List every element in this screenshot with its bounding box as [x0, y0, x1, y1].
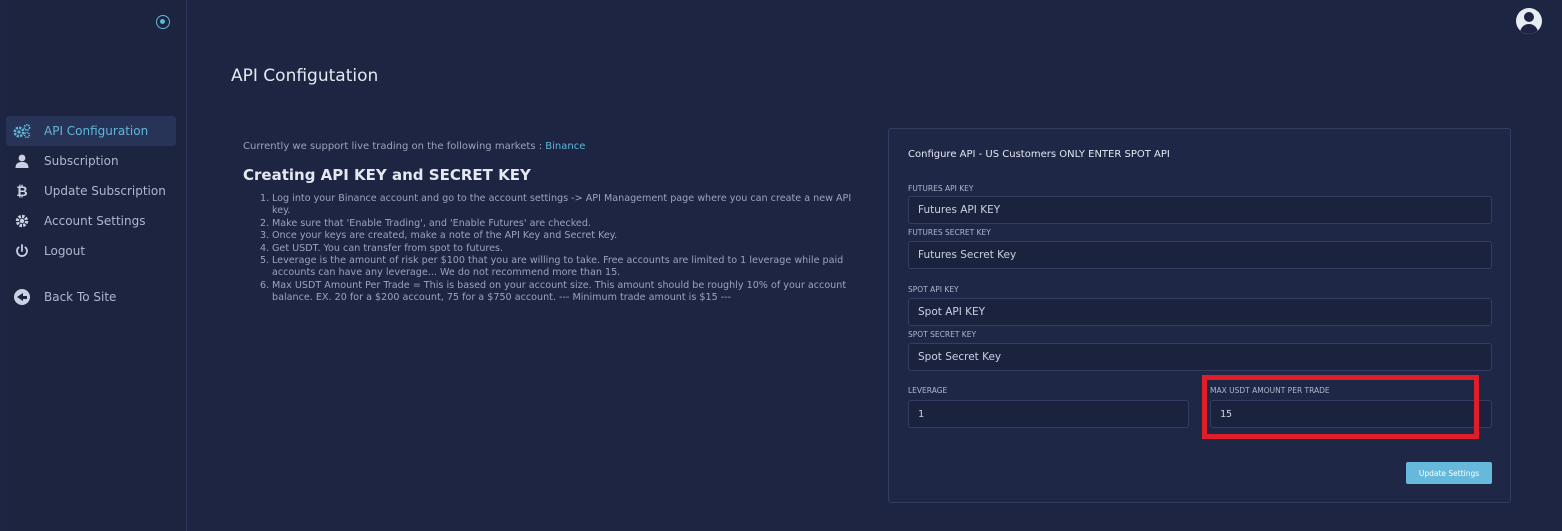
futures-secret-key-label: FUTURES SECRET KEY: [908, 228, 991, 237]
instruction-step: 1. Log into your Binance account and go t…: [260, 193, 852, 217]
futures-api-key-input[interactable]: Futures API KEY: [908, 196, 1492, 224]
supported-markets-text: Currently we support live trading on the…: [243, 141, 585, 152]
sidebar-item-update-subscription[interactable]: ₿ Update Subscription: [6, 176, 176, 206]
sidebar-item-logout[interactable]: Logout: [6, 236, 176, 266]
sidebar-item-account-settings[interactable]: Account Settings: [6, 206, 176, 236]
back-to-site-link[interactable]: Back To Site: [6, 282, 176, 312]
instructions-title: Creating API KEY and SECRET KEY: [243, 166, 531, 184]
spot-secret-key-placeholder: Spot Secret Key: [918, 351, 1002, 363]
instruction-step: 4. Get USDT. You can transfer from spot t…: [260, 242, 504, 254]
futures-secret-key-placeholder: Futures Secret Key: [918, 249, 1017, 261]
spot-api-key-label: SPOT API KEY: [908, 285, 959, 294]
sidebar-nav: API Configuration Subscription ₿ Update …: [6, 116, 176, 312]
page-title: API Configutation: [231, 66, 379, 86]
gears-icon: [12, 123, 32, 139]
futures-api-key-label: FUTURES API KEY: [908, 184, 974, 193]
configure-api-panel: Configure API - US Customers ONLY ENTER …: [888, 128, 1511, 503]
back-arrow-icon: [12, 289, 32, 305]
futures-api-key-placeholder: Futures API KEY: [918, 204, 1001, 216]
spot-api-key-input[interactable]: Spot API KEY: [908, 298, 1492, 326]
leverage-label: LEVERAGE: [908, 386, 948, 395]
user-avatar[interactable]: [1516, 8, 1542, 34]
instructions-list: 1. Log into your Binance account and go t…: [260, 193, 870, 305]
sidebar-toggle-icon[interactable]: [156, 15, 170, 29]
market-link[interactable]: Binance: [545, 141, 585, 152]
sidebar-item-label: API Configuration: [44, 124, 149, 138]
spot-secret-key-label: SPOT SECRET KEY: [908, 330, 977, 339]
leverage-input[interactable]: 1: [908, 400, 1189, 428]
bitcoin-icon: ₿: [16, 183, 28, 200]
power-icon: [12, 243, 32, 259]
sidebar-item-label: Update Subscription: [44, 184, 166, 198]
instruction-step: 3. Once your keys are created, make a not…: [260, 230, 618, 242]
futures-secret-key-input[interactable]: Futures Secret Key: [908, 241, 1492, 269]
sidebar-item-api-configuration[interactable]: API Configuration: [6, 116, 176, 146]
leverage-value: 1: [918, 408, 925, 420]
sidebar-item-label: Logout: [44, 244, 86, 258]
highlight-box: [1202, 375, 1479, 439]
instruction-step: 2. Make sure that 'Enable Trading', and '…: [260, 217, 591, 229]
instruction-step: 6. Max USDT Amount Per Trade = This is ba…: [260, 279, 847, 304]
instruction-step: 5. Leverage is the amount of risk per $10…: [260, 255, 844, 279]
update-settings-button[interactable]: Update Settings: [1406, 462, 1492, 484]
sidebar-item-label: Account Settings: [44, 214, 146, 228]
sidebar-item-subscription[interactable]: Subscription: [6, 146, 176, 176]
back-to-site-label: Back To Site: [44, 290, 117, 304]
user-icon: [12, 153, 32, 169]
spot-api-key-placeholder: Spot API KEY: [918, 306, 986, 318]
panel-title: Configure API - US Customers ONLY ENTER …: [908, 149, 1170, 160]
sidebar-item-label: Subscription: [44, 154, 119, 168]
intro-text: Currently we support live trading on the…: [243, 141, 546, 152]
sidebar: API Configuration Subscription ₿ Update …: [6, 0, 187, 531]
gear-icon: [12, 213, 32, 229]
app-frame: API Configuration Subscription ₿ Update …: [6, 0, 1556, 531]
spot-secret-key-input[interactable]: Spot Secret Key: [908, 343, 1492, 371]
